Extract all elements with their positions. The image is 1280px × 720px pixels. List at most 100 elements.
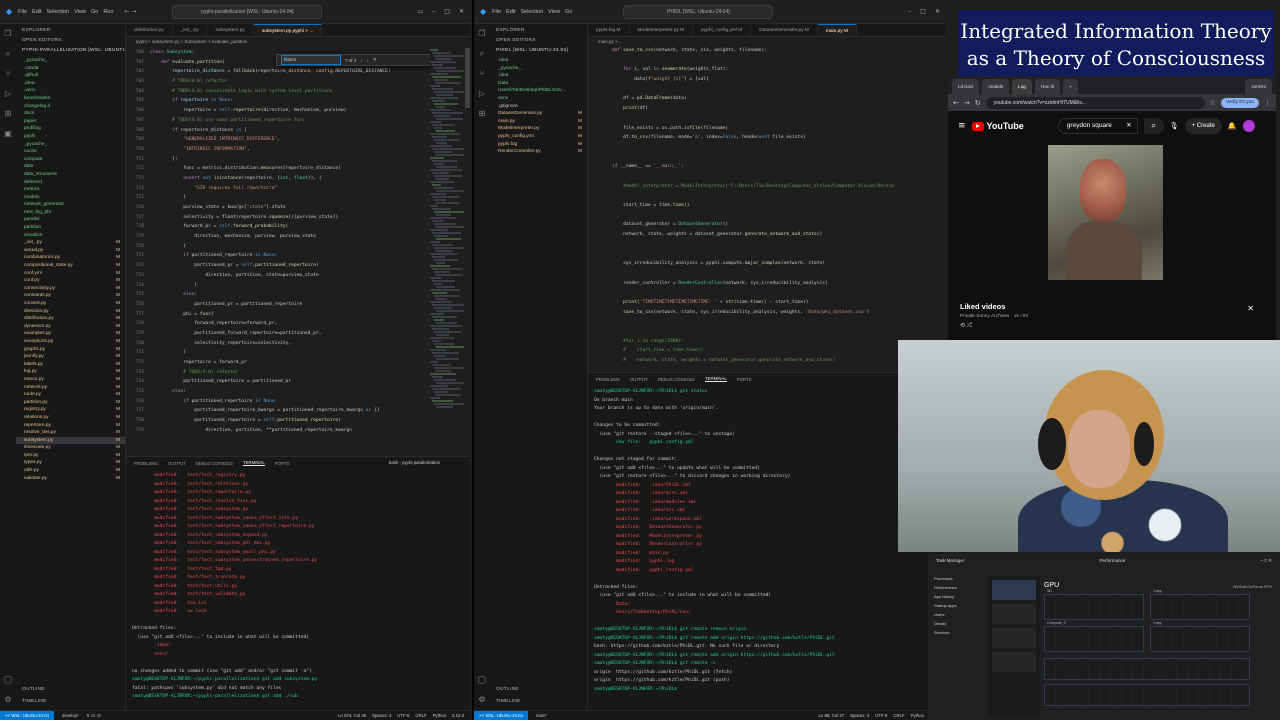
menu-item-go[interactable]: Go: [565, 9, 572, 15]
tree-item[interactable]: resolve_ties.py M: [16, 429, 125, 437]
panel-tab-output[interactable]: OUTPUT: [630, 377, 648, 382]
menu-item-edit[interactable]: Edit: [506, 9, 515, 15]
menu-item-go[interactable]: Go: [91, 9, 98, 15]
tree-item[interactable]: compositional_state.py M: [16, 262, 125, 270]
tree-item[interactable]: validate.py M: [16, 475, 125, 483]
tree-item[interactable]: pyphi_config.yml M: [490, 133, 587, 141]
tree-item[interactable]: _pycache_: [16, 141, 125, 149]
tree-item[interactable]: paper: [16, 118, 125, 126]
task-manager-nav-users[interactable]: Users: [928, 610, 982, 619]
eol[interactable]: CRLF: [415, 713, 426, 718]
perf-item-selected[interactable]: [992, 580, 1036, 600]
tree-item[interactable]: ModelInterpreter.py M: [490, 125, 587, 133]
python-version[interactable]: 3.12.3: [452, 713, 464, 718]
create-button[interactable]: + Create: [1184, 118, 1222, 134]
search-button-icon[interactable]: ⌕: [1143, 118, 1164, 134]
loop-icon[interactable]: ⟲: [960, 322, 965, 329]
tree-item[interactable]: examples.py M: [16, 330, 125, 338]
vertical-scrollbar[interactable]: [465, 48, 470, 108]
open-editors-section[interactable]: OPEN EDITORS: [16, 37, 125, 47]
editor-tab[interactable]: distribution.py: [126, 24, 173, 36]
code-editor[interactable]: 700 class Subsystem: 701 def evaluate_part…: [126, 48, 470, 436]
tree-item[interactable]: Data: [490, 80, 587, 88]
run-debug-icon[interactable]: ▷: [474, 84, 490, 104]
breadcrumb[interactable]: pyphi > subsystem.py > Subsystem > evalu…: [126, 37, 470, 46]
eol[interactable]: CRLF: [893, 713, 904, 718]
tree-item[interactable]: _pycache_: [16, 57, 125, 65]
tree-item[interactable]: new_big_phi: [16, 209, 125, 217]
settings-gear-icon[interactable]: ⚙: [0, 690, 16, 710]
tree-item[interactable]: .venv: [16, 87, 125, 95]
cursor-position[interactable]: Ln 874, Col 35: [338, 713, 366, 718]
timeline-section[interactable]: TIMELINE: [16, 695, 53, 708]
sync-indicator[interactable]: 0 ↓0 ↑0: [87, 713, 101, 718]
task-manager-nav-app-history[interactable]: App history: [928, 592, 982, 601]
terminal-output[interactable]: smoty@DESKTOP-VLJNFOR:~/PhiDL$ git statu…: [588, 385, 946, 697]
tree-item[interactable]: .idea: [16, 80, 125, 88]
tree-item[interactable]: exceptions.py M: [16, 338, 125, 346]
menu-item-selection[interactable]: Selection: [47, 9, 70, 15]
find-close-icon[interactable]: ✕: [373, 57, 377, 63]
browser-menu-icon[interactable]: ⋮: [1264, 99, 1271, 107]
panel-tab-debug-console[interactable]: DEBUG CONSOLE: [658, 377, 696, 382]
editor-tab[interactable]: DatasetGenerator.py M: [751, 24, 818, 36]
tree-item[interactable]: _pycache_: [490, 65, 587, 73]
run-debug-icon[interactable]: ▷: [0, 84, 16, 104]
back-icon[interactable]: ←: [953, 99, 959, 107]
tree-item[interactable]: benchmarks: [16, 95, 125, 103]
search-icon[interactable]: ⌕: [0, 44, 16, 64]
find-input[interactable]: flatten: [281, 55, 341, 65]
hamburger-menu-icon[interactable]: ≡: [958, 121, 966, 131]
close-button[interactable]: ✕: [459, 8, 464, 15]
terminal-title[interactable]: bash - pyphi-parallelization: [389, 460, 440, 465]
menu-item-file[interactable]: File: [18, 9, 27, 15]
branch-indicator[interactable]: develop*: [62, 713, 79, 718]
remote-indicator[interactable]: >< WSL: Ubuntu-24.04: [474, 711, 528, 720]
language-mode[interactable]: Python: [911, 713, 924, 718]
find-next-icon[interactable]: ↓: [367, 58, 369, 63]
tree-item[interactable]: visualize: [16, 232, 125, 240]
tree-item[interactable]: venv: [490, 95, 587, 103]
menu-item-edit[interactable]: Edit: [32, 9, 41, 15]
tree-item[interactable]: data: [16, 163, 125, 171]
tree-item[interactable]: cache: [16, 148, 125, 156]
tree-item[interactable]: .conda: [16, 65, 125, 73]
editor-tab[interactable]: ModelInterpreter.py M: [630, 24, 694, 36]
tree-item[interactable]: changelog.d: [16, 103, 125, 111]
open-editors-section[interactable]: OPEN EDITORS: [490, 37, 587, 47]
code-editor[interactable]: def save_to_csv(network, state, sia, wei…: [588, 46, 946, 366]
editor-tab[interactable]: main.py M: [817, 24, 857, 36]
explorer-icon[interactable]: ❐: [474, 24, 490, 44]
tree-item[interactable]: partition: [16, 224, 125, 232]
minimap[interactable]: [430, 48, 464, 448]
tree-item[interactable]: docs: [16, 110, 125, 118]
account-icon[interactable]: ◯: [474, 670, 490, 690]
project-root[interactable]: PHIDL [WSL: UBUNTU-24.04]: [490, 47, 587, 57]
menu-item-run[interactable]: Run: [103, 9, 113, 15]
branch-indicator[interactable]: main*: [536, 713, 547, 718]
remote-indicator[interactable]: >< WSL: Ubuntu-24.04: [0, 711, 54, 720]
editor-tab[interactable]: pyphi.log M: [588, 24, 630, 36]
menu-item-file[interactable]: File: [492, 9, 501, 15]
bookmark-star-icon[interactable]: ☆: [1210, 99, 1216, 107]
browser-tab[interactable]: +: [1063, 79, 1079, 94]
task-manager-nav-startup-apps[interactable]: Startup apps: [928, 601, 982, 610]
tree-item[interactable]: utils.py M: [16, 467, 125, 475]
language-mode[interactable]: Python: [433, 713, 446, 718]
tree-item[interactable]: main.py M: [490, 118, 587, 126]
settings-gear-icon[interactable]: ⚙: [474, 690, 490, 710]
close-button[interactable]: ✕: [935, 8, 940, 15]
terminal-output[interactable]: modified: test/test_registry.py modified…: [126, 469, 470, 705]
extensions-icon[interactable]: ⊞: [474, 104, 490, 124]
tree-item[interactable]: tpm.py M: [16, 452, 125, 460]
task-manager-nav-processes[interactable]: Processes: [928, 574, 982, 583]
reload-icon[interactable]: ↻: [975, 99, 981, 107]
tree-item[interactable]: types.py M: [16, 459, 125, 467]
tree-item[interactable]: convert.py M: [16, 300, 125, 308]
browser-tab[interactable]: models: [982, 79, 1010, 94]
source-control-icon[interactable]: ⑂: [474, 64, 490, 84]
tree-item[interactable]: direction.py M: [16, 308, 125, 316]
tree-item[interactable]: conf.yml M: [16, 270, 125, 278]
tree-item[interactable]: graphs.py M: [16, 346, 125, 354]
panel-tab-ports[interactable]: PORTS: [275, 461, 290, 466]
